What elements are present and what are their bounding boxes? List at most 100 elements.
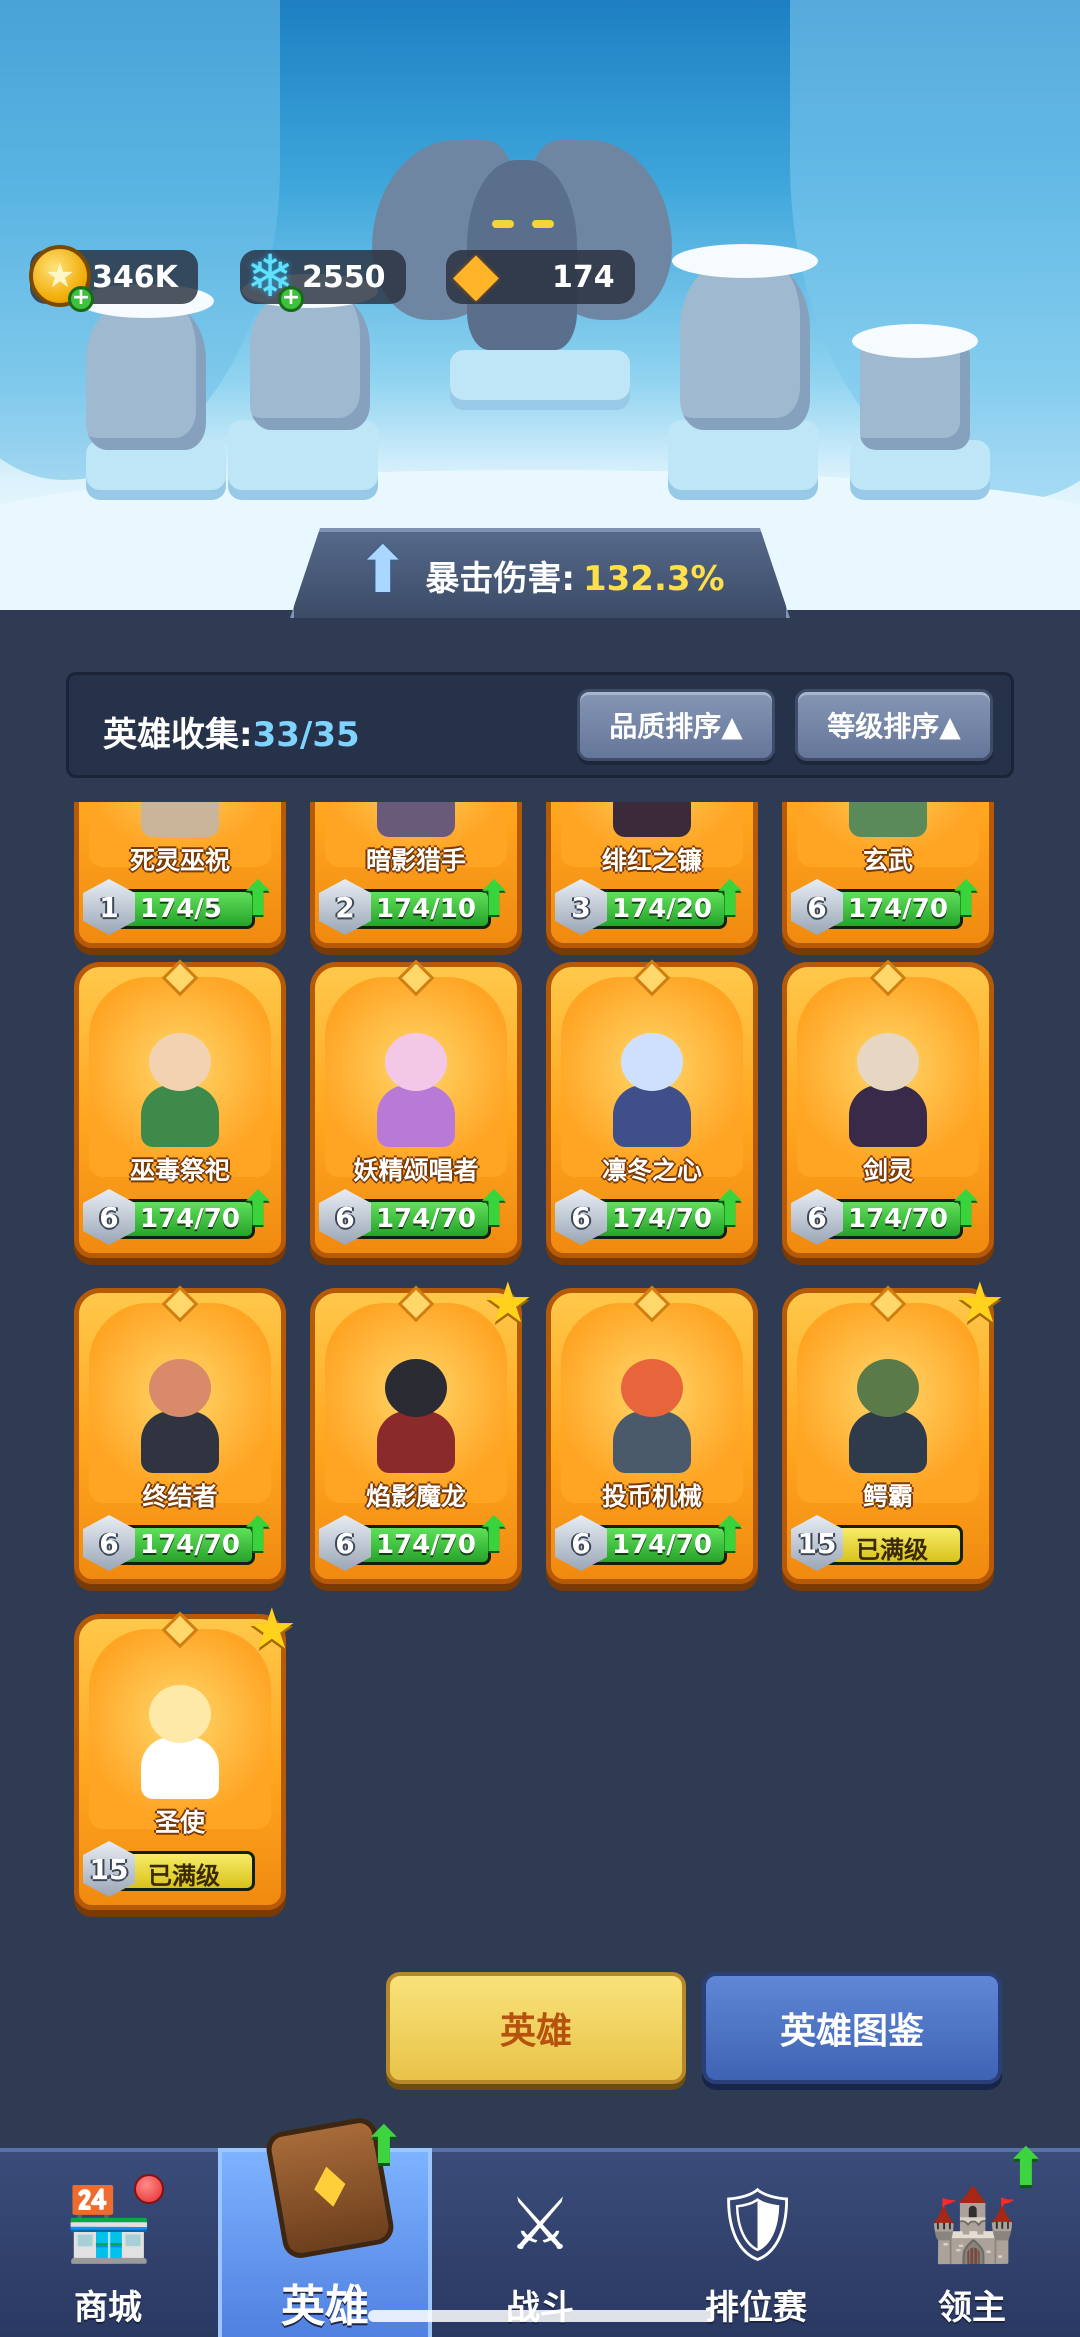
notification-dot-icon: [134, 2174, 164, 2204]
card-emblem-icon: [161, 1611, 199, 1649]
crit-label: 暴击伤害:: [425, 558, 575, 599]
hero-progress-text: 174/70: [376, 1204, 476, 1234]
card-emblem-icon: [397, 959, 435, 997]
crit-value: 132.3%: [582, 558, 725, 599]
home-indicator[interactable]: [368, 2310, 714, 2322]
upgrade-arrow-icon[interactable]: ⬆: [945, 875, 987, 925]
hero-progress-text: 174/70: [612, 1204, 712, 1234]
hero-name: 鳄霸: [862, 1482, 913, 1511]
hero-card[interactable]: 死灵巫祝 174/5 1 ⬆: [74, 802, 286, 948]
upgrade-arrow-icon[interactable]: ⬆: [709, 1511, 751, 1561]
hero-name: 圣使: [154, 1808, 205, 1837]
hero-portrait: [119, 1333, 241, 1473]
crossed-swords-icon: ⚔: [507, 2182, 573, 2266]
sort-by-quality-button[interactable]: 品质排序▲: [577, 689, 775, 761]
hero-progress-text: 174/70: [612, 1530, 712, 1560]
hero-progress-text: 174/70: [140, 1204, 240, 1234]
frozen-statue: [852, 324, 978, 450]
card-emblem-icon: [869, 1285, 907, 1323]
upgrade-arrow-icon[interactable]: ⬆: [473, 875, 515, 925]
statue-pedestal: [228, 420, 378, 500]
hero-progress-text: 174/70: [848, 894, 948, 924]
collection-label: 英雄收集:: [103, 715, 253, 755]
crystal-counter[interactable]: ◆ 174: [446, 241, 635, 307]
nav-heroes[interactable]: ♦ ⬆ 英雄: [218, 2115, 432, 2337]
hero-card[interactable]: 剑灵 174/70 6 ⬆: [782, 959, 994, 1258]
crit-damage-banner: ⬆ 暴击伤害: 132.3%: [290, 528, 790, 618]
upgrade-arrow-icon[interactable]: ⬆: [237, 875, 279, 925]
up-arrow-icon: ⬆: [356, 534, 410, 608]
hero-progress-text: 174/20: [612, 894, 712, 924]
statue-pedestal: [668, 420, 818, 500]
hero-portrait: [827, 802, 949, 837]
gold-counter[interactable]: ★ + 346K: [29, 245, 198, 312]
hero-card[interactable]: 妖精颂唱者 174/70 6 ⬆: [310, 959, 522, 1258]
ice-cave-scene: ★ + 346K ❄ + 2550 ◆ 174: [0, 0, 1080, 610]
hero-progress-text: 已满级: [148, 1862, 220, 1890]
card-emblem-icon: [161, 1285, 199, 1323]
hero-portrait: [119, 1659, 241, 1799]
card-emblem-icon: [397, 1285, 435, 1323]
hero-portrait: [827, 1333, 949, 1473]
hero-portrait: [119, 802, 241, 837]
hero-card[interactable]: 绯红之镰 174/20 3 ⬆: [546, 802, 758, 948]
gem-counter[interactable]: ❄ + 2550: [240, 246, 406, 312]
hero-progress-text: 174/10: [376, 894, 476, 924]
upgrade-arrow-icon[interactable]: ⬆: [945, 1185, 987, 1235]
hero-progress-text: 174/5: [140, 894, 222, 924]
statue-pedestal: [450, 350, 630, 410]
hero-portrait: [355, 1007, 477, 1147]
frozen-statue: [78, 284, 214, 450]
hero-progress-text: 已满级: [856, 1536, 928, 1564]
nav-lord[interactable]: 🏰 ⬆ 领主: [864, 2142, 1080, 2337]
orange-crystal-icon: ◆: [452, 239, 500, 309]
hero-collection-bar: 英雄收集:33/35 品质排序▲ 等级排序▲: [66, 672, 1014, 778]
hero-card[interactable]: 玄武 174/70 6 ⬆: [782, 802, 994, 948]
hero-portrait: [591, 802, 713, 837]
hero-tab-button[interactable]: 英雄: [386, 1972, 686, 2084]
card-emblem-icon: [161, 959, 199, 997]
upgrade-arrow-icon: ⬆: [362, 2116, 406, 2176]
hero-portrait: [827, 1007, 949, 1147]
upgrade-arrow-icon[interactable]: ⬆: [709, 1185, 751, 1235]
hero-progress-text: 174/70: [848, 1204, 948, 1234]
hero-portrait: [591, 1333, 713, 1473]
add-gems-icon[interactable]: +: [278, 286, 304, 312]
upgrade-arrow-icon: ⬆: [1004, 2138, 1048, 2198]
hero-card[interactable]: 鳄霸 已满级 15 ★: [782, 1271, 1005, 1584]
hero-portrait: [355, 1333, 477, 1473]
hero-card[interactable]: 圣使 已满级 15 ★: [74, 1597, 297, 1910]
star-icon: ★: [954, 1271, 1005, 1336]
hero-card[interactable]: 暗影猎手 174/10 2 ⬆: [310, 802, 522, 948]
hero-card[interactable]: 巫毒祭祀 174/70 6 ⬆: [74, 959, 286, 1258]
star-icon: ★: [246, 1597, 297, 1662]
sort-by-level-button[interactable]: 等级排序▲: [795, 689, 993, 761]
upgrade-arrow-icon[interactable]: ⬆: [237, 1511, 279, 1561]
hero-portrait: [591, 1007, 713, 1147]
nav-shop[interactable]: 🏪 商城: [0, 2152, 216, 2337]
hero-codex-button[interactable]: 英雄图鉴: [702, 1972, 1002, 2084]
hero-card[interactable]: 凛冬之心 174/70 6 ⬆: [546, 959, 758, 1258]
upgrade-arrow-icon[interactable]: ⬆: [237, 1185, 279, 1235]
rank-shield-icon: 🛡: [712, 2182, 804, 2266]
upgrade-arrow-icon[interactable]: ⬆: [709, 875, 751, 925]
collection-count: 33/35: [252, 715, 360, 755]
hero-card[interactable]: 投币机械 174/70 6 ⬆: [546, 1285, 758, 1584]
hero-card[interactable]: 焰影魔龙 174/70 6 ⬆ ★: [310, 1271, 533, 1584]
hero-card[interactable]: 终结者 174/70 6 ⬆: [74, 1285, 286, 1584]
frozen-statue: [672, 244, 818, 430]
card-emblem-icon: [633, 959, 671, 997]
hero-portrait: [355, 802, 477, 837]
hero-progress-text: 174/70: [376, 1530, 476, 1560]
star-icon: ★: [482, 1271, 533, 1336]
gargoyle-statue: [372, 120, 672, 350]
hero-grid: 死灵巫祝 174/5 1 ⬆ 暗影猎手 174/10 2 ⬆ 绯红之镰 174/20 3 ⬆ 玄武 174…: [74, 802, 1006, 1952]
hero-progress-text: 174/70: [140, 1530, 240, 1560]
lord-banner-icon: 🏰: [928, 2182, 1018, 2266]
add-gold-icon[interactable]: +: [68, 286, 94, 312]
card-emblem-icon: [869, 959, 907, 997]
bottom-nav: 🏪 商城 ♦ ⬆ 英雄 ⚔ 战斗 🛡 排位赛 🏰 ⬆ 领主: [0, 2115, 1080, 2337]
hero-portrait: [119, 1007, 241, 1147]
upgrade-arrow-icon[interactable]: ⬆: [473, 1511, 515, 1561]
upgrade-arrow-icon[interactable]: ⬆: [473, 1185, 515, 1235]
